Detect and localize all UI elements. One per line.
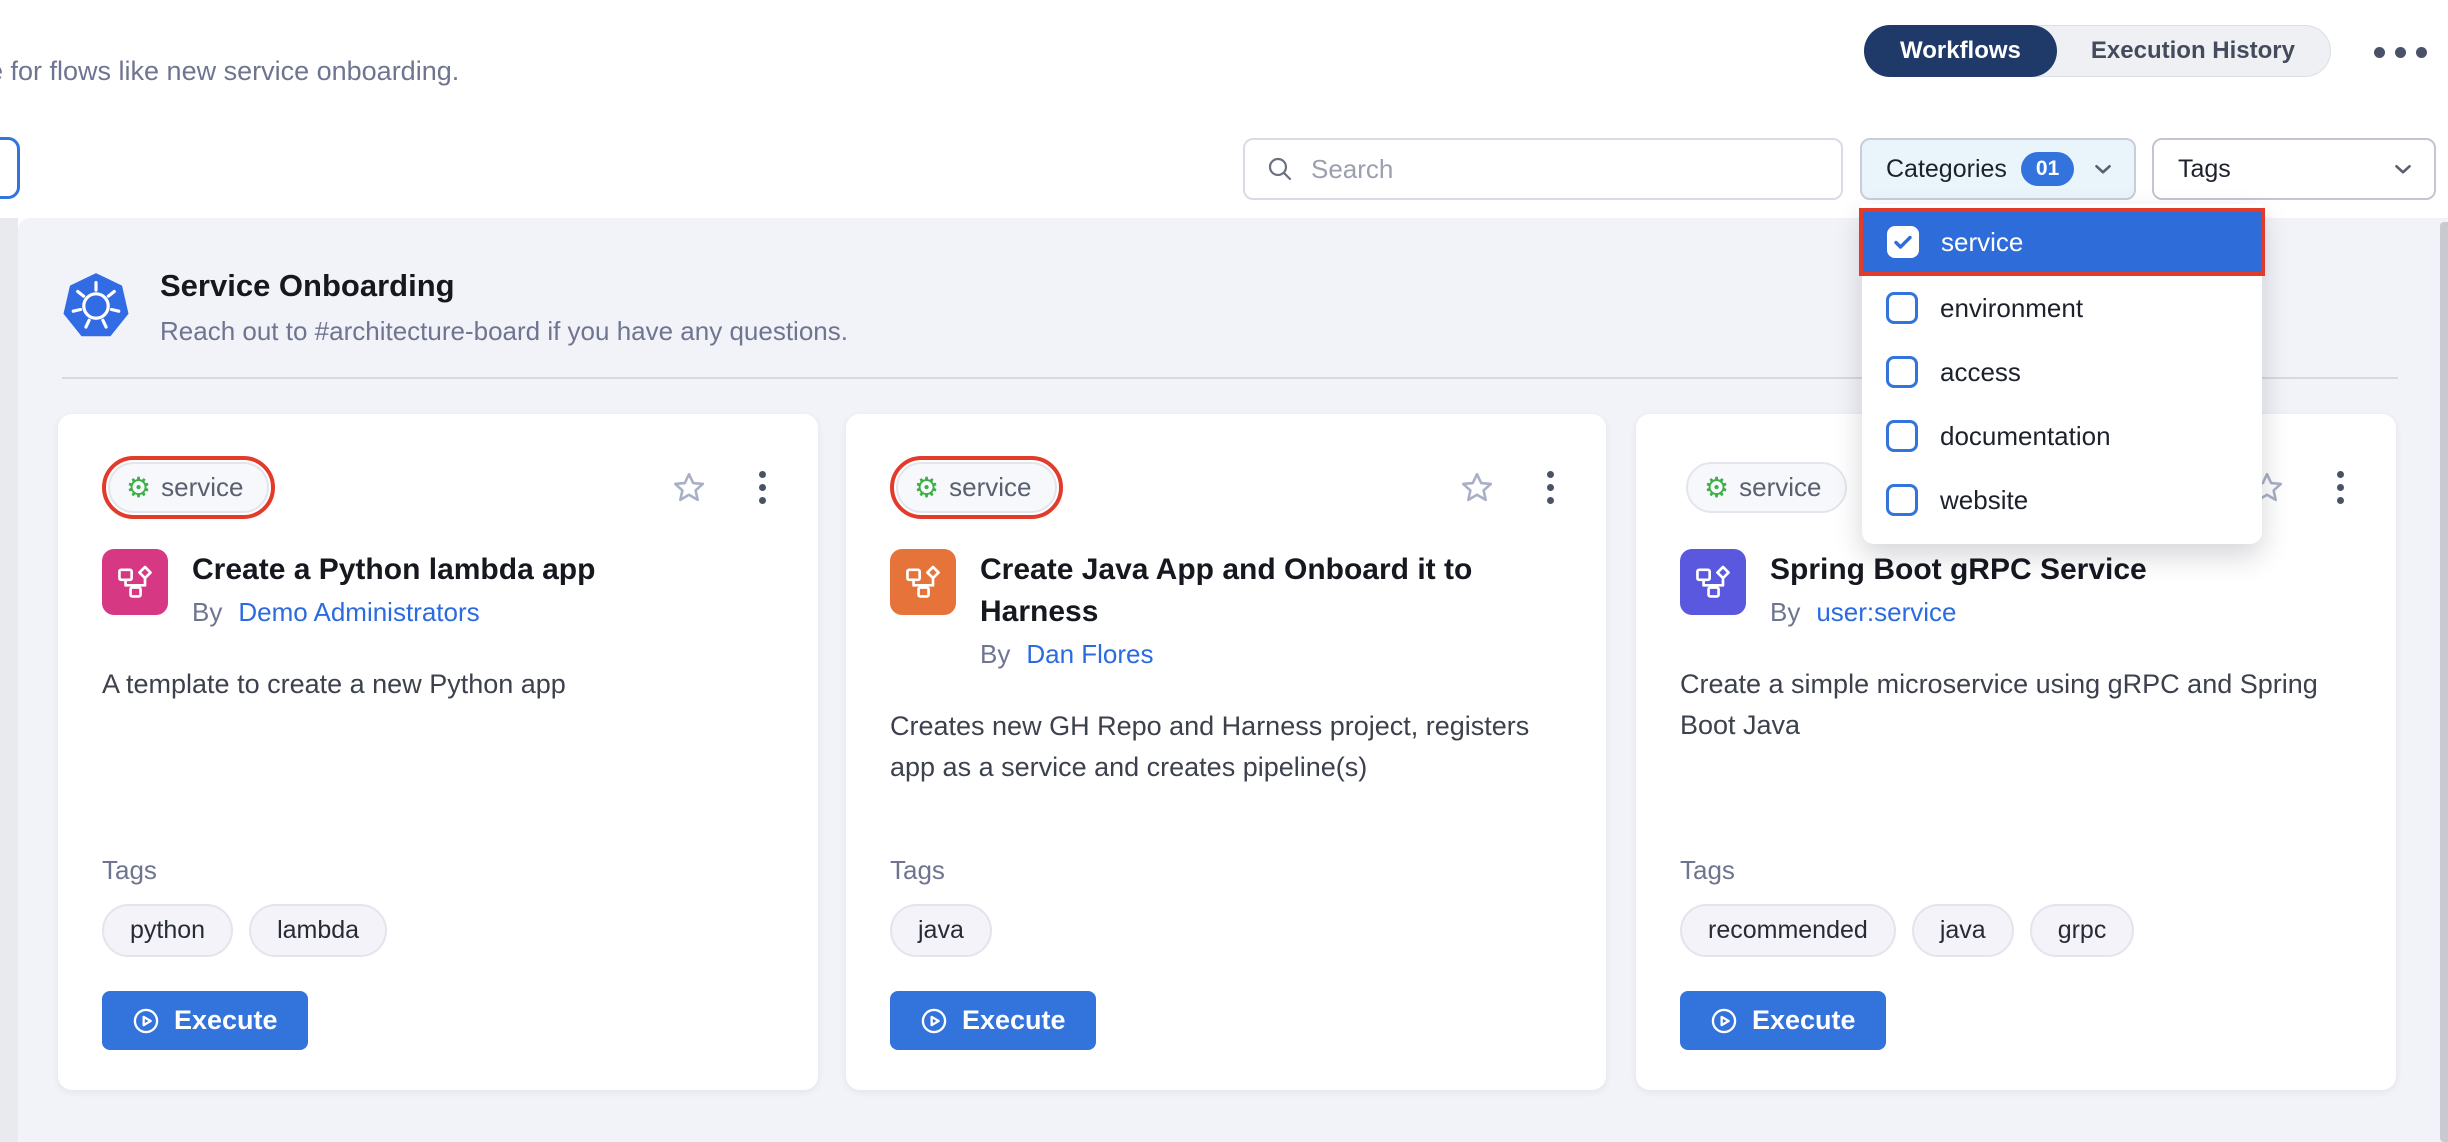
tag-chip: java [890,904,992,957]
card-author-link[interactable]: user:service [1816,597,1956,628]
annotation-red-oval: ⚙ service [890,456,1063,519]
workflow-type-icon [1680,549,1746,615]
section-subtitle: Reach out to #architecture-board if you … [160,316,848,347]
tags-filter-label: Tags [2178,155,2231,184]
checkbox-unchecked-icon[interactable] [1886,356,1918,388]
search-input[interactable] [1309,153,1821,186]
tag-chip: lambda [249,904,387,957]
cutoff-left-button[interactable] [0,137,20,199]
card-title: Create Java App and Onboard it to Harnes… [980,549,1562,633]
section-title: Service Onboarding [160,268,455,304]
workflow-card: ⚙ service Create Java App and Onboard it… [846,414,1606,1090]
dropdown-item-website[interactable]: website [1862,468,2262,532]
tags-filter-button[interactable]: Tags [2152,138,2436,200]
tag-chip: grpc [2030,904,2135,957]
categories-count-badge: 01 [2021,152,2074,186]
category-badge-label: service [949,472,1031,503]
kebab-menu-icon[interactable] [1547,471,1554,504]
execute-label: Execute [174,1005,278,1036]
gear-icon: ⚙ [126,474,151,502]
dropdown-item-label: website [1940,485,2028,516]
search-icon [1265,154,1295,184]
checkbox-checked-icon[interactable] [1887,226,1919,258]
categories-dropdown-menu: service environment access documentation… [1862,204,2262,544]
categories-filter-button[interactable]: Categories 01 [1860,138,2136,200]
card-description: Creates new GH Repo and Harness project,… [890,706,1562,787]
by-label: By [980,639,1010,670]
view-toggle: Workflows Execution History [1864,25,2331,77]
checkbox-unchecked-icon[interactable] [1886,484,1918,516]
tags-label: Tags [890,855,1562,886]
execute-label: Execute [962,1005,1066,1036]
by-label: By [1770,597,1800,628]
tab-execution-history[interactable]: Execution History [2055,25,2331,77]
categories-label: Categories [1886,155,2007,184]
card-title: Create a Python lambda app [192,549,595,591]
dropdown-item-label: environment [1940,293,2083,324]
category-badge-label: service [161,472,243,503]
chevron-down-icon [2090,156,2116,182]
execute-button[interactable]: Execute [890,991,1096,1050]
annotation-red-oval: ⚙ service [102,456,275,519]
dropdown-item-environment[interactable]: environment [1862,276,2262,340]
category-badge: ⚙ service [1686,462,1847,513]
dropdown-item-service[interactable]: service [1863,212,2261,272]
favorite-star-icon[interactable] [671,470,707,506]
dropdown-item-documentation[interactable]: documentation [1862,404,2262,468]
category-badge: ⚙ service [108,462,269,513]
card-author-link[interactable]: Demo Administrators [238,597,479,628]
tags-label: Tags [102,855,774,886]
dropdown-item-label: access [1940,357,2021,388]
checkbox-unchecked-icon[interactable] [1886,292,1918,324]
vertical-scrollbar[interactable] [2440,222,2448,1142]
card-title: Spring Boot gRPC Service [1770,549,2147,591]
search-box[interactable] [1243,138,1843,200]
dropdown-item-label: documentation [1940,421,2111,452]
dropdown-item-label: service [1941,227,2023,258]
card-description: A template to create a new Python app [102,664,774,705]
tag-chip: python [102,904,233,957]
card-author-link[interactable]: Dan Flores [1026,639,1153,670]
category-badge-label: service [1739,472,1821,503]
badge-wrap: ⚙ service [1680,456,1853,519]
annotation-red-rect: service [1859,208,2265,276]
kebab-menu-icon[interactable] [759,471,766,504]
execute-button[interactable]: Execute [1680,991,1886,1050]
by-label: By [192,597,222,628]
tag-chip: recommended [1680,904,1896,957]
chevron-down-icon [2390,156,2416,182]
left-gutter [0,218,18,1142]
tags-label: Tags [1680,855,2352,886]
favorite-star-icon[interactable] [1459,470,1495,506]
dropdown-item-access[interactable]: access [1862,340,2262,404]
card-description: Create a simple microservice using gRPC … [1680,664,2352,745]
more-options-icon[interactable] [2374,47,2427,58]
workflow-type-icon [102,549,168,615]
category-badge: ⚙ service [896,462,1057,513]
workflow-type-icon [890,549,956,615]
execute-button[interactable]: Execute [102,991,308,1050]
kubernetes-icon [62,272,130,340]
tag-chip: java [1912,904,2014,957]
checkbox-unchecked-icon[interactable] [1886,420,1918,452]
tab-workflows[interactable]: Workflows [1864,25,2057,77]
gear-icon: ⚙ [1704,474,1729,502]
workflow-card: ⚙ service Create a Python lambda app By … [58,414,818,1090]
page-subtitle-cutoff: e for flows like new service onboarding. [0,56,459,87]
kebab-menu-icon[interactable] [2337,471,2344,504]
execute-label: Execute [1752,1005,1856,1036]
gear-icon: ⚙ [914,474,939,502]
